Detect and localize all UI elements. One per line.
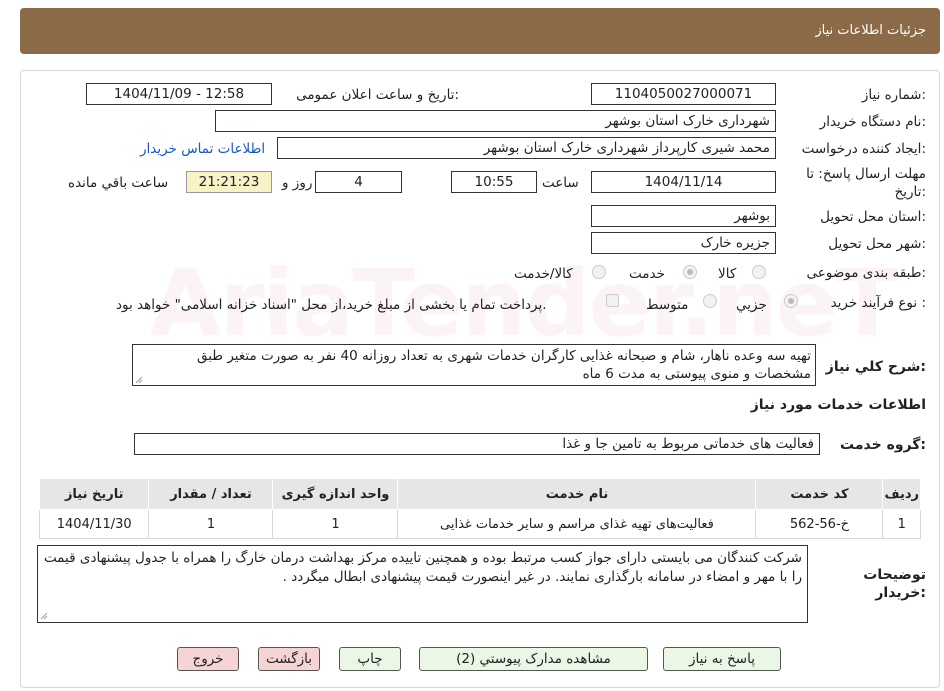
buyer-field: شهرداری خارک استان بوشهر (215, 110, 776, 132)
city-field: جزیره خارک (591, 232, 776, 254)
category-option-service: خدمت (629, 266, 665, 282)
city-label: شهر محل تحویل: (828, 236, 926, 252)
buyer-notes-label-line2: خریدار: (875, 585, 926, 601)
print-button[interactable]: چاپ (339, 647, 401, 671)
description-textarea[interactable]: تهیه سه وعده ناهار، شام و صبحانه غذایی ک… (132, 344, 816, 386)
exit-button[interactable]: خروج (177, 647, 239, 671)
buyer-notes-label: توضیحات (863, 567, 926, 583)
resize-grip-icon[interactable] (40, 612, 48, 620)
description-text: تهیه سه وعده ناهار، شام و صبحانه غذایی ک… (196, 348, 811, 382)
creator-field: محمد شیری کارپرداز شهرداری خارک استان بو… (277, 137, 776, 159)
reply-to-need-button[interactable]: پاسخ به نیاز (663, 647, 781, 671)
treasury-note: پرداخت تمام یا بخشی از مبلغ خرید،از محل … (116, 297, 547, 313)
need-number-field: 1104050027000071 (591, 83, 776, 105)
creator-label: ایجاد کننده درخواست: (801, 141, 926, 157)
process-option-medium: متوسط (646, 297, 689, 313)
col-header-service-code: کد خدمت (755, 478, 884, 510)
deadline-time-field: 10:55 (451, 171, 537, 193)
category-radio-goods[interactable] (752, 265, 766, 279)
province-label: استان محل تحویل: (820, 209, 926, 225)
cell-need-date: 1404/11/30 (38, 509, 150, 539)
cell-service-name: فعالیت‌های تهیه غذای مراسم و سایر خدمات … (397, 509, 757, 539)
process-label: نوع فرآیند خرید : (830, 295, 926, 311)
remaining-time-field: 21:21:23 (186, 171, 272, 193)
process-radio-medium[interactable] (703, 294, 717, 308)
category-label: طبقه بندی موضوعی: (806, 265, 926, 281)
col-header-service-name: نام خدمت (397, 478, 757, 510)
back-button[interactable]: بازگشت (258, 647, 320, 671)
page-header: جزئیات اطلاعات نیاز (20, 8, 940, 54)
col-header-unit: واحد اندازه گیری (272, 478, 399, 510)
buyer-label: نام دستگاه خریدار: (819, 114, 926, 130)
col-header-need-date: تاریخ نیاز (38, 478, 150, 510)
category-radio-both[interactable] (592, 265, 606, 279)
cell-row-number: 1 (882, 509, 921, 539)
announce-date-field: 1404/11/09 - 12:58 (86, 83, 272, 105)
days-label: روز و (282, 175, 313, 191)
services-table: ردیف کد خدمت نام خدمت واحد اندازه گیری ت… (38, 478, 921, 539)
cell-quantity: 1 (148, 509, 274, 539)
col-header-quantity: تعداد / مقدار (148, 478, 274, 510)
services-section-title: اطلاعات خدمات مورد نیاز (750, 397, 926, 413)
process-option-minor: جزیي (736, 297, 767, 313)
days-field: 4 (315, 171, 402, 193)
service-group-field: فعالیت های خدماتی مربوط به تامین جا و غذ… (134, 433, 820, 455)
deadline-label-line2: تاریخ: (894, 184, 926, 200)
table-header-row: ردیف کد خدمت نام خدمت واحد اندازه گیری ت… (38, 478, 921, 510)
cell-service-code: خ-56-562 (755, 509, 884, 539)
buyer-notes-text: شرکت کنندگان می بایستی دارای جواز کسب مر… (44, 550, 802, 585)
resize-grip-icon[interactable] (135, 376, 143, 384)
description-label: شرح کلي نیاز: (825, 359, 926, 375)
service-group-label: گروه خدمت: (840, 437, 926, 453)
table-row: 1 خ-56-562 فعالیت‌های تهیه غذای مراسم و … (38, 509, 921, 539)
need-number-label: شماره نیاز: (861, 87, 926, 103)
buyer-notes-textarea[interactable]: شرکت کنندگان می بایستی دارای جواز کسب مر… (37, 545, 808, 623)
process-radio-minor[interactable] (784, 294, 798, 308)
page-title: جزئیات اطلاعات نیاز (815, 23, 926, 38)
category-radio-service[interactable] (683, 265, 697, 279)
province-field: بوشهر (591, 205, 776, 227)
deadline-time-label: ساعت (542, 175, 579, 191)
deadline-label: مهلت ارسال پاسخ: تا (806, 166, 926, 182)
treasury-checkbox[interactable] (606, 294, 619, 307)
remaining-label: ساعت باقي مانده (68, 175, 169, 191)
buyer-contact-link[interactable]: اطلاعات تماس خریدار (140, 141, 265, 157)
announce-date-label: تاریخ و ساعت اعلان عمومی: (296, 87, 459, 103)
view-attachments-button[interactable]: مشاهده مدارک پیوستي (2) (419, 647, 648, 671)
category-option-both: کالا/خدمت (514, 266, 573, 282)
deadline-date-field: 1404/11/14 (591, 171, 776, 193)
category-option-goods: کالا (718, 266, 737, 282)
col-header-row-number: ردیف (882, 478, 921, 510)
cell-unit: 1 (272, 509, 399, 539)
